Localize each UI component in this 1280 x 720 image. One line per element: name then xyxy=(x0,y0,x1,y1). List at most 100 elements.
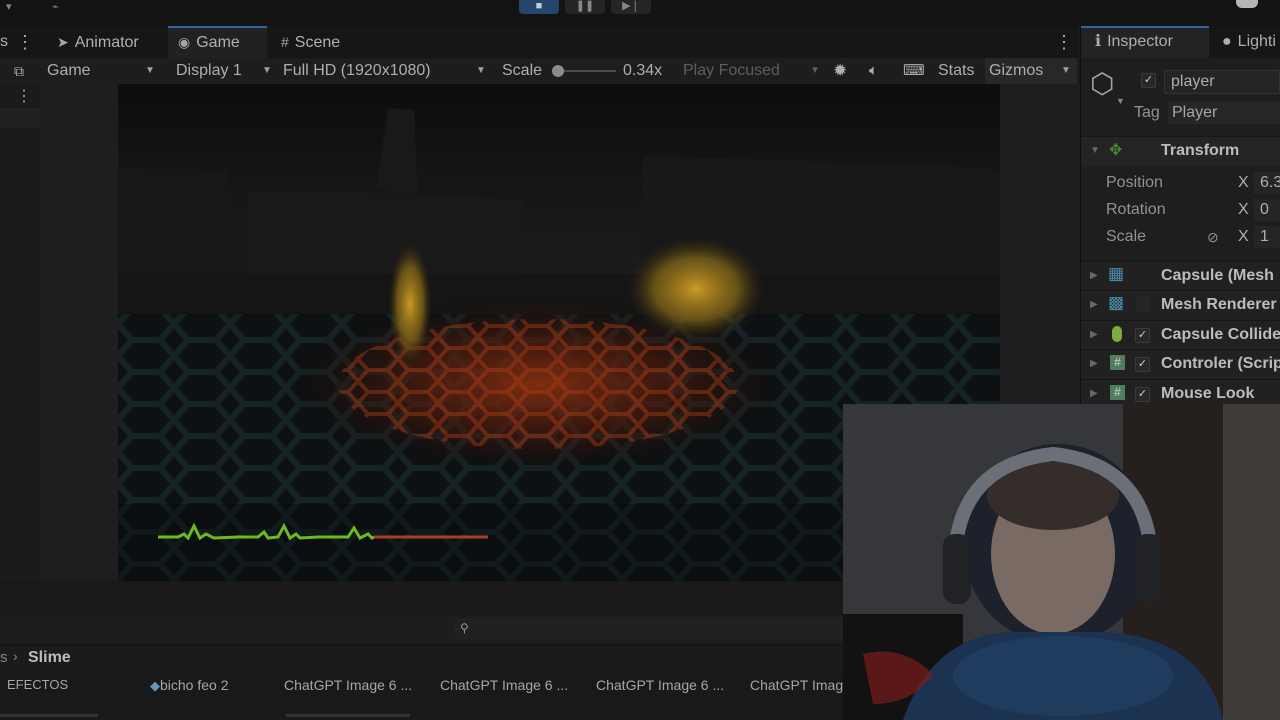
panel-menu-icon[interactable]: ⋮ xyxy=(1055,26,1073,58)
tag-value: Player xyxy=(1172,104,1218,121)
script-icon: # xyxy=(1110,385,1125,400)
icon-dropdown-icon[interactable]: ▼ xyxy=(1116,96,1125,106)
tab-inspector[interactable]: ℹ Inspector xyxy=(1095,31,1173,53)
capsule-collider-toggle[interactable]: ✓ xyxy=(1135,326,1150,343)
animator-icon: ➤ xyxy=(57,34,69,50)
speaker-icon[interactable]: 🔈︎ xyxy=(869,58,878,84)
component-controler-label: Controler (Scrip xyxy=(1161,355,1280,372)
capsule-collider-icon xyxy=(1112,326,1122,342)
mesh-filter-icon: ▦ xyxy=(1108,264,1125,283)
fold-closed-icon[interactable]: ▶ xyxy=(1090,329,1098,340)
bug-icon[interactable]: ✹ xyxy=(833,58,847,84)
asset-divider xyxy=(0,714,98,717)
scale-label: Scale xyxy=(502,62,543,79)
tab-lighting[interactable]: ● Lighti xyxy=(1222,31,1276,53)
webcam-image xyxy=(843,404,1280,720)
resolution-select[interactable]: Full HD (1920x1080) ▼ xyxy=(283,58,489,84)
scale-slider-thumb[interactable] xyxy=(552,65,564,77)
left-panel-strip xyxy=(0,84,41,581)
pause-button[interactable]: ❚❚ xyxy=(565,0,605,14)
scale-x-axis: X xyxy=(1238,228,1249,245)
component-mouse-look-label: Mouse Look xyxy=(1161,385,1255,402)
rotation-x-axis: X xyxy=(1238,201,1249,218)
project-search-input[interactable] xyxy=(455,618,845,640)
transform-title: Transform xyxy=(1161,142,1240,159)
display-label: Display 1 xyxy=(176,62,242,79)
gizmos-dropdown-icon[interactable]: ▼ xyxy=(1061,58,1071,84)
left-menu-icon[interactable]: ⋮ xyxy=(16,86,32,106)
tab-animator[interactable]: ➤ Animator xyxy=(57,26,139,58)
breadcrumb-current[interactable]: Slime xyxy=(28,649,71,667)
position-x-axis: X xyxy=(1238,174,1249,191)
asset-efectos[interactable]: EFECTOS xyxy=(7,676,68,694)
view-select[interactable]: Game ▼ xyxy=(47,58,159,84)
fold-closed-icon[interactable]: ▶ xyxy=(1090,299,1098,310)
position-x-value: 6.3 xyxy=(1260,174,1280,191)
view-select-label: Game xyxy=(47,62,91,79)
asset-chatgpt-image-2[interactable]: ChatGPT Image 6 ... xyxy=(440,676,568,694)
position-label: Position xyxy=(1106,174,1163,191)
component-toggle-placeholder xyxy=(1136,297,1150,311)
tab-game[interactable]: ◉ Game xyxy=(178,26,240,58)
controler-toggle[interactable]: ✓ xyxy=(1135,355,1150,372)
mouse-look-toggle[interactable]: ✓ xyxy=(1135,385,1150,402)
play-focused-label: Play Focused xyxy=(683,62,780,79)
play-focused-select[interactable]: Play Focused ▼ xyxy=(683,58,823,84)
checkbox-checked-icon: ✓ xyxy=(1135,356,1150,372)
checkbox-checked-icon: ✓ xyxy=(1141,72,1156,88)
tab-menu-icon[interactable]: ⋮ xyxy=(16,26,34,58)
stats-button[interactable]: Stats xyxy=(938,58,974,84)
tab-overflow-icon[interactable]: s xyxy=(0,26,8,58)
tab-scene-label: Scene xyxy=(294,34,341,51)
chevron-down-icon: ▼ xyxy=(145,65,155,76)
link-icon[interactable]: ⌁ xyxy=(52,0,59,13)
chevron-down-icon: ▼ xyxy=(810,65,820,76)
stop-icon: ■ xyxy=(535,0,543,12)
component-mesh-filter-label: Capsule (Mesh xyxy=(1161,267,1274,284)
asset-chatgpt-image-1[interactable]: ChatGPT Image 6 ... xyxy=(284,676,412,694)
checkbox-checked-icon: ✓ xyxy=(1135,327,1150,343)
tab-lighting-label: Lighti xyxy=(1237,33,1276,50)
mesh-renderer-icon: ▩ xyxy=(1108,293,1125,312)
tab-inspector-label: Inspector xyxy=(1107,33,1173,50)
scale-slider-track[interactable] xyxy=(556,70,616,72)
fold-closed-icon[interactable]: ▶ xyxy=(1090,388,1098,399)
tab-scene[interactable]: # Scene xyxy=(281,26,340,58)
active-toggle[interactable]: ✓ xyxy=(1141,71,1156,88)
step-icon: ▶❘ xyxy=(622,0,640,12)
constrain-proportions-icon[interactable]: ⊘ xyxy=(1207,226,1219,248)
fold-open-icon[interactable]: ▼ xyxy=(1090,145,1100,156)
webcam-feed xyxy=(843,404,1280,720)
gizmos-button[interactable]: Gizmos xyxy=(989,58,1043,84)
gameobject-icon: ⬡ xyxy=(1090,68,1115,99)
fold-closed-icon[interactable]: ▶ xyxy=(1090,270,1098,281)
fold-closed-icon[interactable]: ▶ xyxy=(1090,358,1098,369)
chevron-down-icon: ▼ xyxy=(262,65,272,76)
breadcrumb-separator-icon: › xyxy=(13,648,18,664)
asset-chatgpt-image-4[interactable]: ChatGPT Imag xyxy=(750,676,843,694)
display-select[interactable]: Display 1 ▼ xyxy=(176,58,276,84)
scale-value: 0.34x xyxy=(623,62,663,79)
checkbox-checked-icon: ✓ xyxy=(1135,386,1150,402)
transform-icon: ✥ xyxy=(1109,142,1123,159)
menu-chevron-icon[interactable]: ▾ xyxy=(6,0,12,13)
tab-game-label: Game xyxy=(196,34,240,51)
script-icon: # xyxy=(1110,355,1125,370)
gamepad-icon: ◉ xyxy=(178,34,191,50)
asset-chatgpt-image-3[interactable]: ChatGPT Image 6 ... xyxy=(596,676,724,694)
health-pulse-line xyxy=(158,522,375,541)
maximize-icon[interactable]: ⧉ xyxy=(14,58,24,84)
prefab-icon: ◆ xyxy=(150,678,160,693)
step-button[interactable]: ▶❘ xyxy=(611,0,651,14)
left-selected-row[interactable] xyxy=(0,108,40,128)
stop-button[interactable]: ■ xyxy=(519,0,559,14)
tag-label: Tag xyxy=(1134,104,1160,121)
asset-bicho-feo-2[interactable]: ◆bicho feo 2 xyxy=(150,676,229,694)
component-capsule-collider-label: Capsule Collide xyxy=(1161,326,1280,343)
asset-selection-bar xyxy=(286,714,410,717)
info-icon: ℹ xyxy=(1095,33,1102,50)
keyboard-icon[interactable]: ⌨ xyxy=(903,58,925,84)
component-mesh-renderer-label: Mesh Renderer xyxy=(1161,296,1277,313)
breadcrumb xyxy=(0,645,845,672)
account-icon[interactable] xyxy=(1236,0,1258,8)
